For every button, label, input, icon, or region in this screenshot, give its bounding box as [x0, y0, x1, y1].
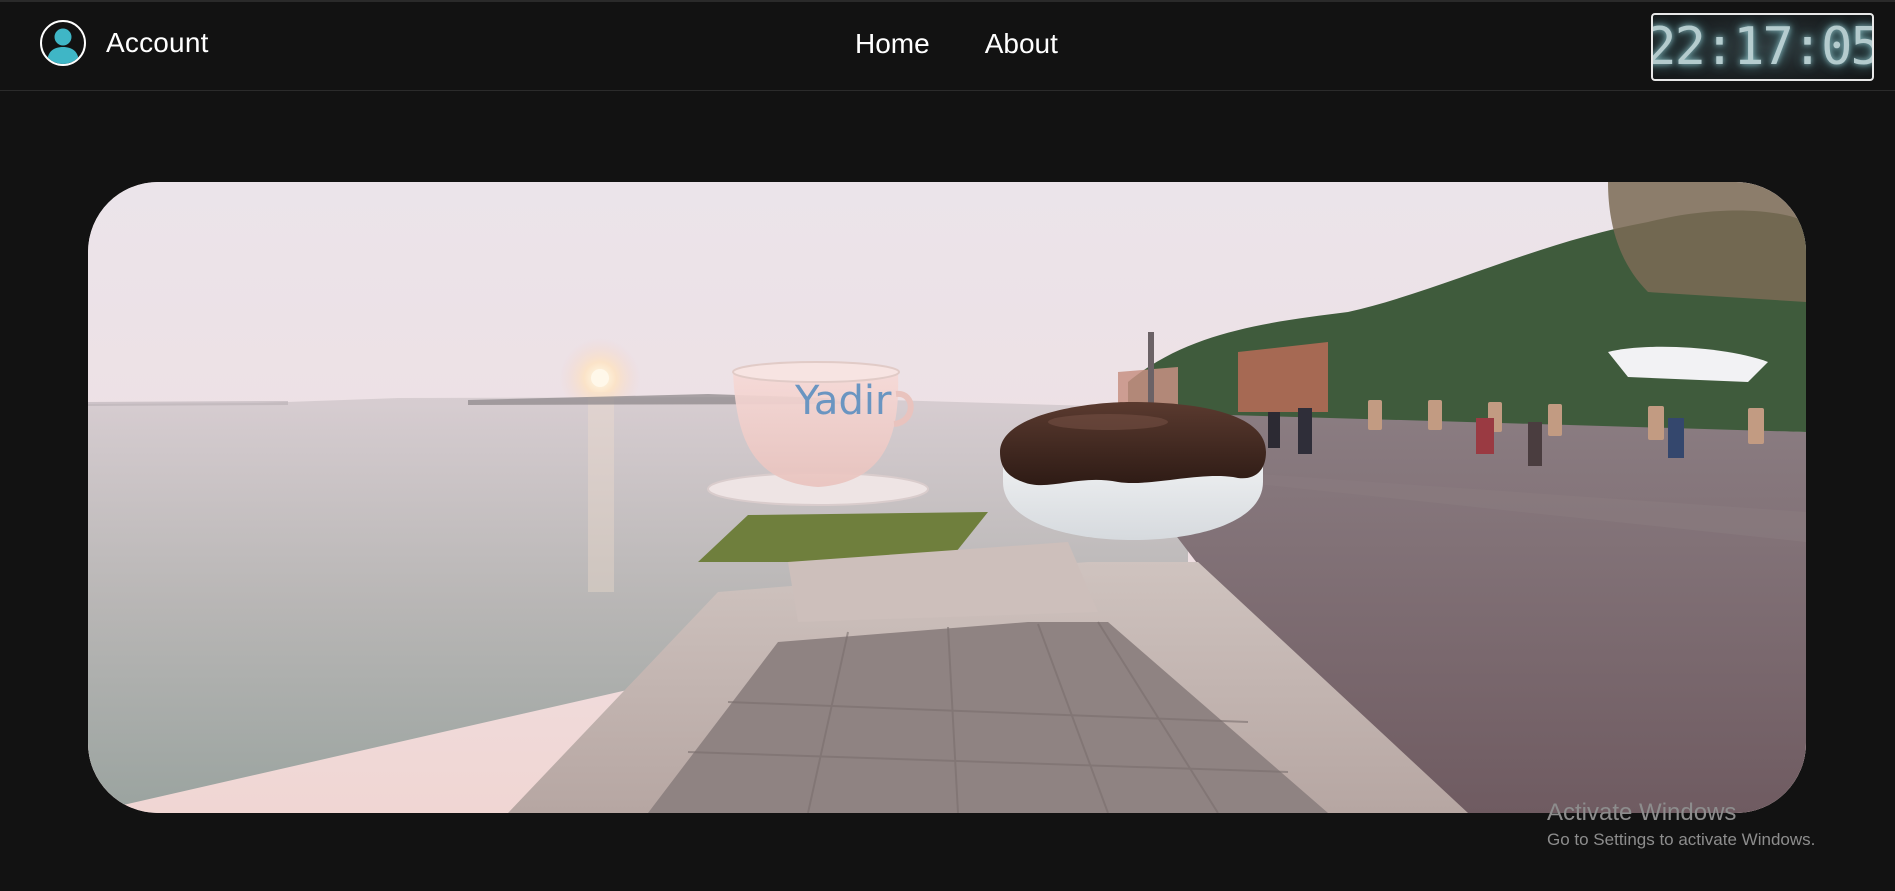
donut-model: [1000, 402, 1266, 540]
account-link[interactable]: Account: [40, 18, 209, 68]
digital-clock: 22:17:05: [1651, 13, 1874, 81]
account-label[interactable]: Account: [106, 27, 209, 59]
navbar: Account Home About 22:17:05: [0, 2, 1895, 91]
3d-scene-viewport[interactable]: Yadir: [88, 182, 1806, 813]
user-icon[interactable]: [40, 20, 86, 66]
nav-link-about[interactable]: About: [985, 28, 1058, 60]
clock-time: 22:17:05: [1651, 17, 1874, 77]
watermark-subtitle: Go to Settings to activate Windows.: [1547, 830, 1816, 849]
nav-link-home[interactable]: Home: [855, 28, 930, 60]
cup-logo-text: Yadir: [794, 378, 892, 424]
panorama-scene: Yadir: [88, 182, 1806, 813]
main-nav: Home About: [855, 28, 1058, 60]
